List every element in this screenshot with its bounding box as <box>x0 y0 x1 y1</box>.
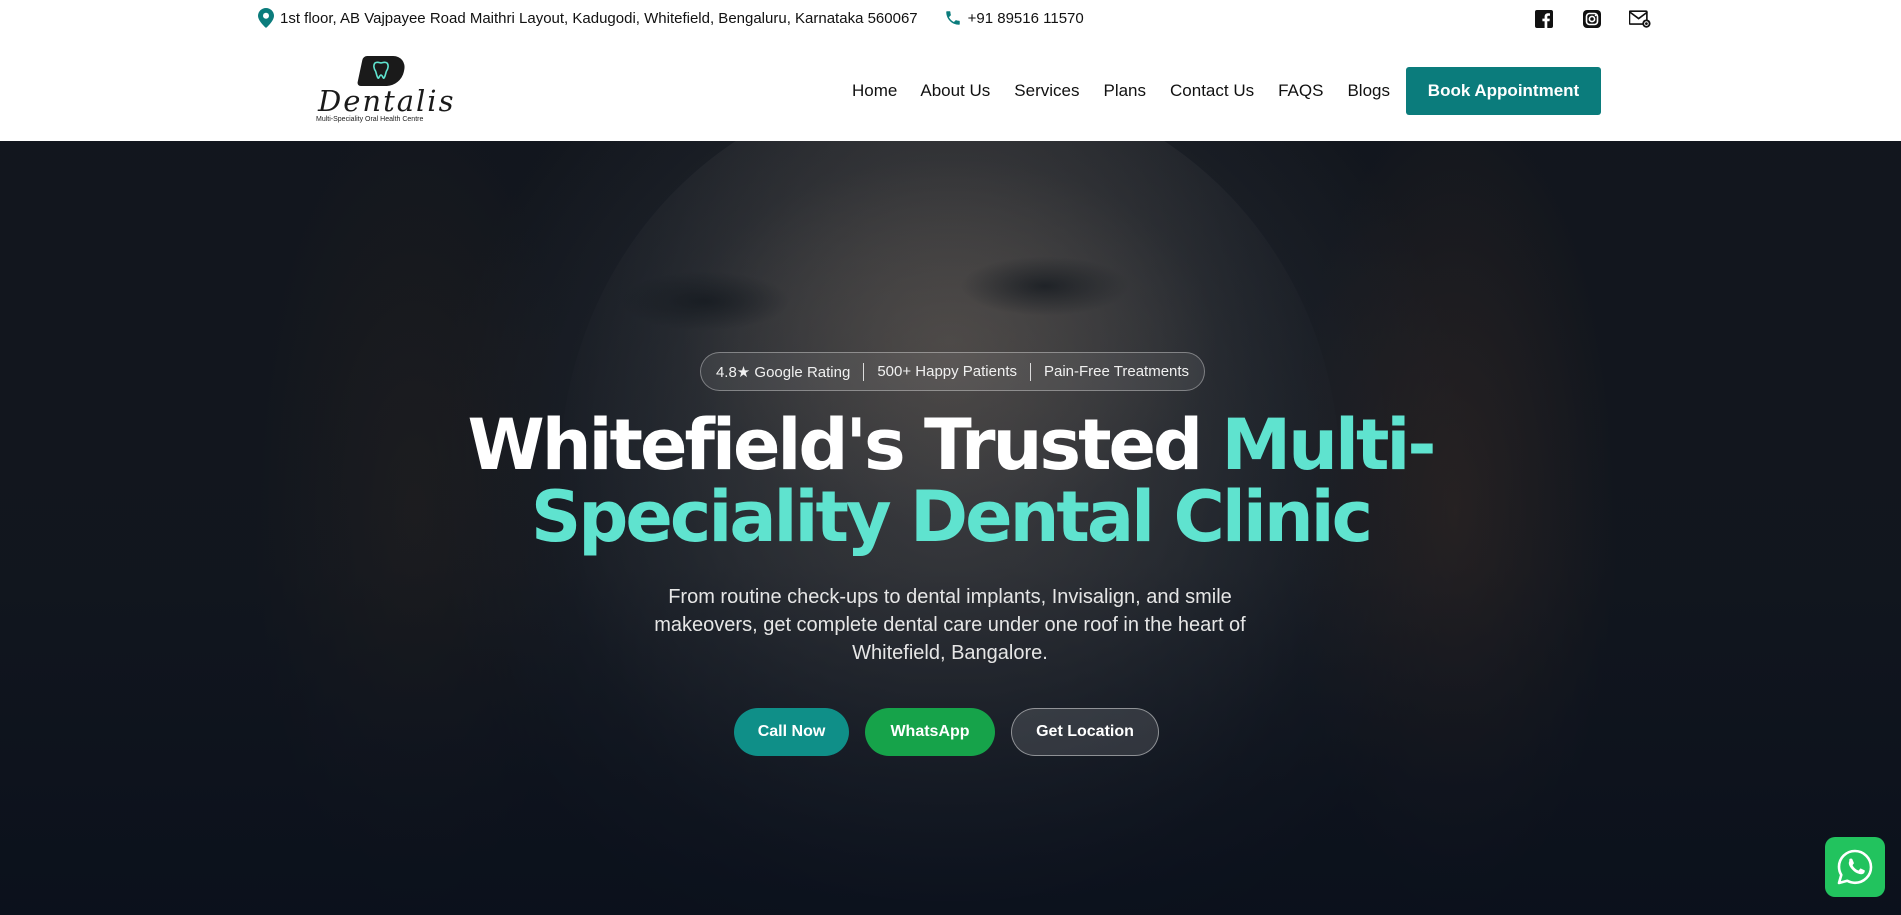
mail-icon[interactable] <box>1629 8 1651 30</box>
whatsapp-float-button[interactable] <box>1825 837 1885 897</box>
logo-name: Dentalis <box>318 84 456 118</box>
site-header: Dentalis Multi-Speciality Oral Health Ce… <box>0 38 1901 141</box>
logo-tagline: Multi-Speciality Oral Health Centre <box>316 116 424 123</box>
facebook-icon[interactable] <box>1533 8 1555 30</box>
phone-item[interactable]: +91 89516 11570 <box>944 9 1084 27</box>
headline-white: Whitefield's Trusted <box>467 404 1204 486</box>
contact-info: 1st floor, AB Vajpayee Road Maithri Layo… <box>258 8 1084 28</box>
phone-icon <box>945 11 960 25</box>
badge-divider <box>1030 362 1031 381</box>
nav-blogs[interactable]: Blogs <box>1347 81 1390 101</box>
book-appointment-button[interactable]: Book Appointment <box>1406 67 1601 115</box>
badge-divider <box>863 362 865 381</box>
top-info-bar: 1st floor, AB Vajpayee Road Maithri Layo… <box>0 0 1901 38</box>
tooth-icon <box>373 61 389 79</box>
headline-accent-1: Multi- <box>1221 404 1436 486</box>
location-pin-icon <box>258 8 274 28</box>
rating-badge: 4.8★ Google Rating <box>715 363 851 381</box>
trust-badge: 4.8★ Google Rating 500+ Happy Patients P… <box>700 352 1205 391</box>
hero-cta-group: Call Now WhatsApp Get Location <box>0 708 1901 756</box>
site-logo[interactable]: Dentalis Multi-Speciality Oral Health Ce… <box>316 56 453 126</box>
hero-headline: Whitefield's Trusted Multi- Speciality D… <box>0 409 1901 553</box>
whatsapp-button[interactable]: WhatsApp <box>865 708 995 756</box>
patients-badge: 500+ Happy Patients <box>877 363 1017 380</box>
main-nav: Home About Us Services Plans Contact Us … <box>852 81 1414 101</box>
get-location-button[interactable]: Get Location <box>1011 708 1159 756</box>
nav-plans[interactable]: Plans <box>1103 81 1146 101</box>
headline-accent-2: Speciality Dental Clinic <box>530 476 1373 558</box>
instagram-icon[interactable] <box>1581 8 1603 30</box>
nav-home[interactable]: Home <box>852 81 897 101</box>
call-now-button[interactable]: Call Now <box>734 708 849 756</box>
whatsapp-icon <box>1837 849 1873 885</box>
nav-about-us[interactable]: About Us <box>920 81 990 101</box>
nav-services[interactable]: Services <box>1014 81 1079 101</box>
hero-subtitle: From routine check-ups to dental implant… <box>654 586 1246 664</box>
phone-text: +91 89516 11570 <box>967 9 1084 27</box>
painfree-badge: Pain-Free Treatments <box>1044 363 1190 380</box>
social-links <box>1507 8 1651 30</box>
address-item[interactable]: 1st floor, AB Vajpayee Road Maithri Layo… <box>258 8 918 28</box>
address-text: 1st floor, AB Vajpayee Road Maithri Layo… <box>280 9 918 27</box>
hero-section: 4.8★ Google Rating 500+ Happy Patients P… <box>0 141 1901 915</box>
nav-contact-us[interactable]: Contact Us <box>1170 81 1254 101</box>
nav-faqs[interactable]: FAQS <box>1278 81 1323 101</box>
